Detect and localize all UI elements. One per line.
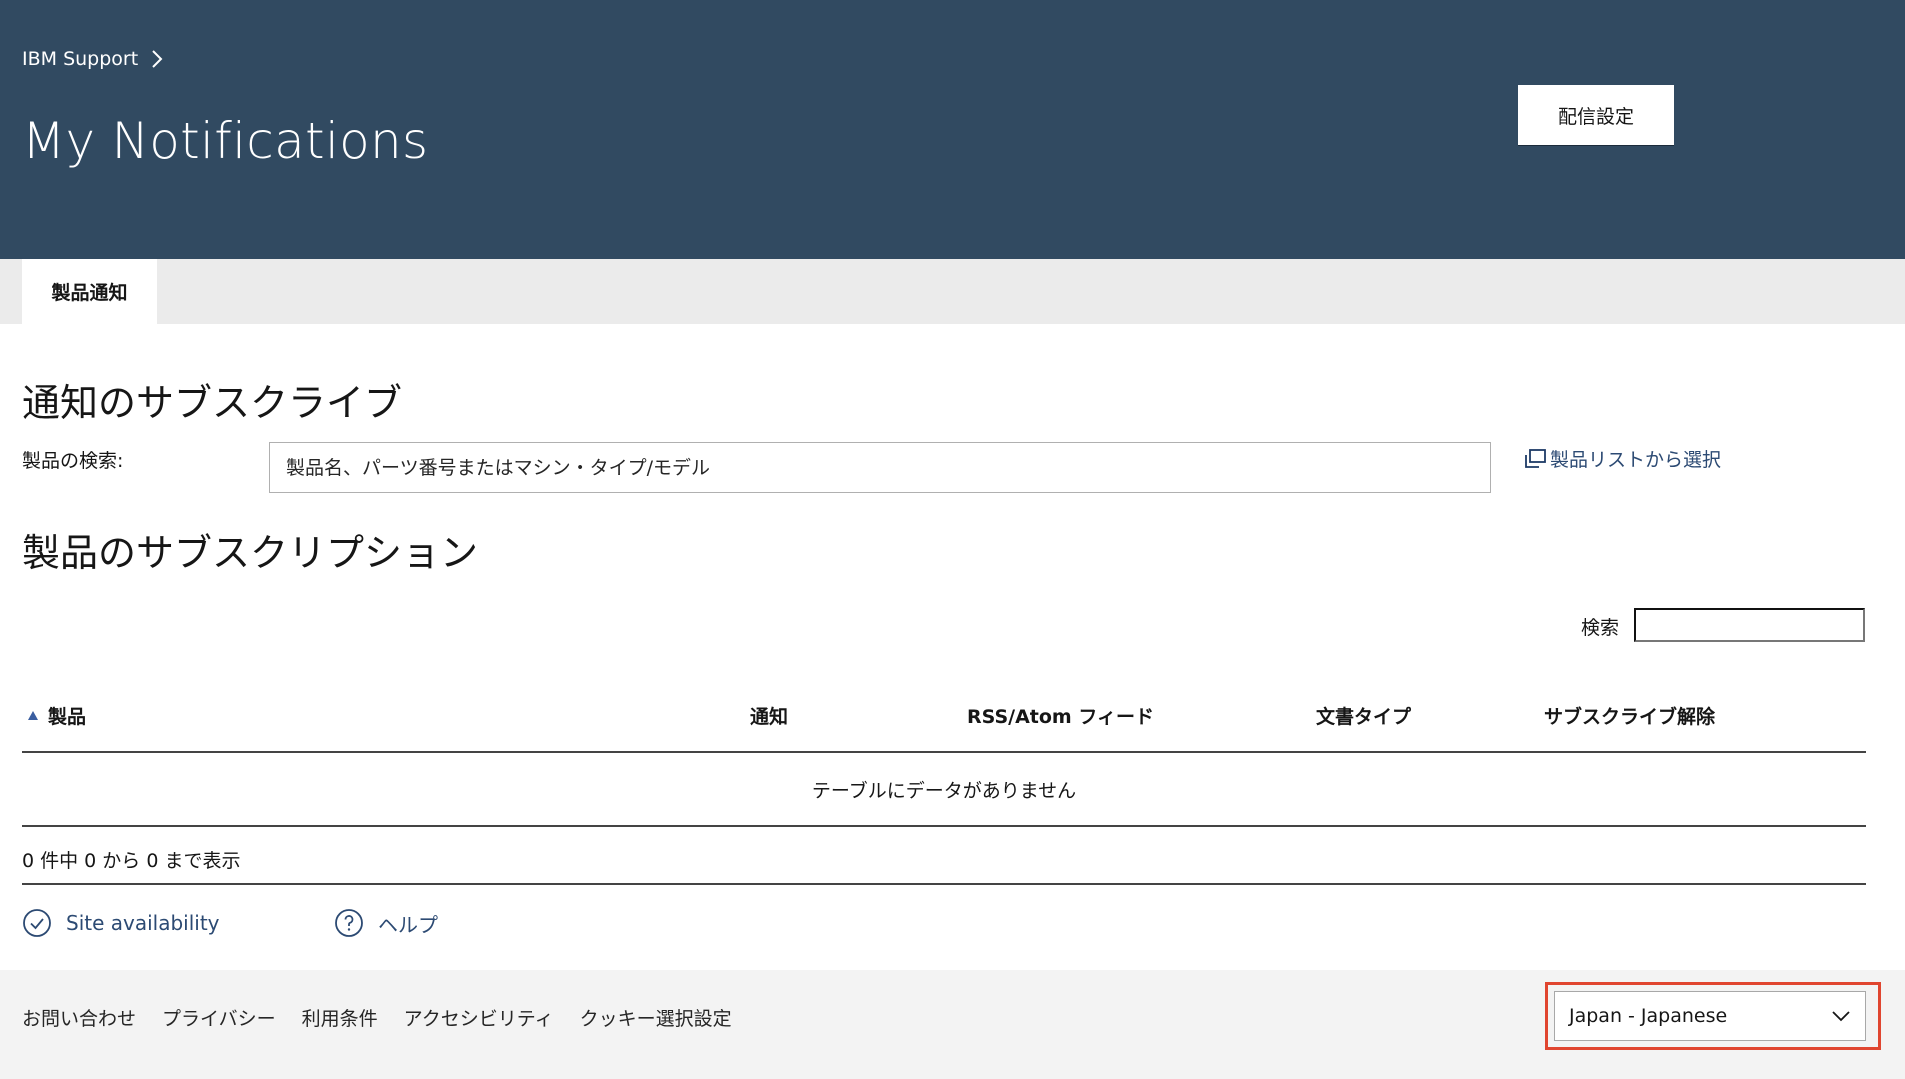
footer-links: お問い合わせ プライバシー 利用条件 アクセシビリティ クッキー選択設定	[22, 1004, 758, 1031]
table-search-input[interactable]	[1634, 608, 1865, 642]
select-from-product-list-label: 製品リストから選択	[1550, 449, 1722, 471]
subscribe-heading: 通知のサブスクライブ	[22, 381, 403, 425]
column-header-document-type[interactable]: 文書タイプ	[1316, 702, 1411, 729]
column-header-notification[interactable]: 通知	[750, 702, 788, 729]
sort-ascending-icon	[28, 711, 38, 720]
footer-link-cookie-preferences[interactable]: クッキー選択設定	[580, 1004, 732, 1031]
chevron-right-icon	[152, 50, 163, 68]
breadcrumb: IBM Support	[22, 48, 164, 70]
tab-product-notifications[interactable]: 製品通知	[22, 259, 157, 324]
check-circle-icon	[23, 909, 51, 937]
table-search-label: 検索	[1581, 617, 1620, 639]
product-search-label: 製品の検索:	[22, 450, 124, 472]
table-footer-divider	[22, 883, 1866, 885]
column-header-product[interactable]: 製品	[28, 702, 86, 729]
footer-link-terms[interactable]: 利用条件	[302, 1004, 378, 1031]
language-selector-value: Japan - Japanese	[1569, 1005, 1728, 1027]
table-header-divider	[22, 751, 1866, 753]
tab-bar: 製品通知	[0, 259, 1905, 324]
page-header: IBM Support My Notifications 配信設定	[0, 0, 1905, 259]
chevron-down-icon	[1832, 1011, 1850, 1022]
column-header-unsubscribe[interactable]: サブスクライブ解除	[1544, 702, 1715, 729]
help-label: ヘルプ	[378, 912, 438, 937]
language-selector[interactable]: Japan - Japanese	[1554, 991, 1866, 1041]
delivery-settings-button[interactable]: 配信設定	[1518, 85, 1674, 145]
footer-link-accessibility[interactable]: アクセシビリティ	[404, 1004, 554, 1031]
subscriptions-heading: 製品のサブスクリプション	[22, 531, 479, 575]
table-header: 製品 通知 RSS/Atom フィード 文書タイプ サブスクライブ解除	[22, 690, 1866, 752]
table-empty-message: テーブルにデータがありません	[811, 780, 1077, 802]
launch-window-icon	[1525, 448, 1546, 468]
help-link[interactable]: ヘルプ	[334, 908, 438, 938]
table-body-divider	[22, 825, 1866, 827]
page-title: My Notifications	[22, 112, 429, 170]
footer-link-privacy[interactable]: プライバシー	[162, 1004, 276, 1031]
select-from-product-list-link[interactable]: 製品リストから選択	[1522, 445, 1721, 472]
product-search-input[interactable]	[269, 442, 1491, 493]
footer-link-contact[interactable]: お問い合わせ	[22, 1004, 136, 1031]
column-header-rss-feed[interactable]: RSS/Atom フィード	[967, 702, 1154, 729]
site-availability-link[interactable]: Site availability	[22, 908, 220, 938]
breadcrumb-ibm-support[interactable]: IBM Support	[22, 48, 138, 70]
site-availability-label: Site availability	[66, 911, 220, 935]
column-header-product-label: 製品	[48, 706, 87, 728]
help-circle-icon	[335, 909, 363, 937]
table-info: 0 件中 0 から 0 まで表示	[22, 850, 241, 872]
